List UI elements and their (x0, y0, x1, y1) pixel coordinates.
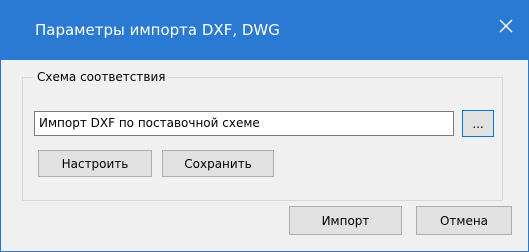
scheme-field[interactable]: Импорт DXF по поставочной схеме (34, 111, 454, 136)
import-button[interactable]: Импорт (289, 206, 402, 235)
import-dialog: Параметры импорта DXF, DWG Схема соответ… (0, 0, 529, 252)
scheme-groupbox (22, 77, 503, 201)
title-bar: Параметры импорта DXF, DWG (1, 1, 528, 60)
browse-button[interactable]: ... (462, 110, 494, 137)
cancel-button[interactable]: Отмена (416, 206, 512, 235)
close-icon (499, 19, 513, 33)
close-button[interactable] (484, 9, 528, 43)
configure-button[interactable]: Настроить (38, 150, 152, 177)
scheme-group-legend: Схема соответствия (34, 69, 169, 85)
dialog-title: Параметры импорта DXF, DWG (35, 21, 280, 39)
save-button[interactable]: Сохранить (162, 150, 274, 177)
